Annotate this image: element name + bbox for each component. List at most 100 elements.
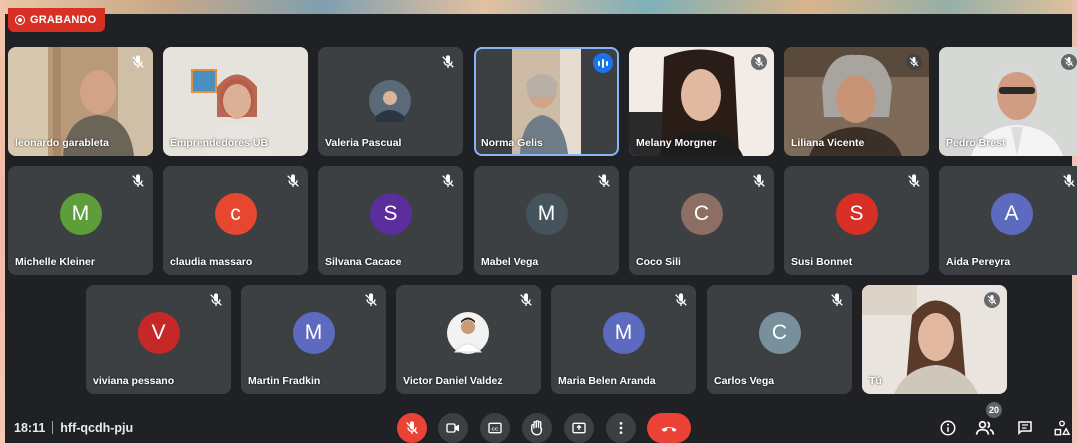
participant-tile[interactable]: Liliana Vicente xyxy=(784,47,929,156)
mic-off-icon xyxy=(287,174,299,187)
mic-off-icon xyxy=(132,55,144,68)
divider xyxy=(52,421,54,434)
participant-avatar: C xyxy=(680,192,723,235)
participant-avatar: V xyxy=(137,311,180,354)
call-end-icon xyxy=(661,427,677,432)
speaking-indicator-icon xyxy=(593,53,613,73)
more-vert-icon xyxy=(619,422,623,434)
participant-tile[interactable]: M Maria Belen Aranda xyxy=(551,285,696,394)
background-edge-left xyxy=(0,0,5,443)
mic-off-icon xyxy=(675,293,687,306)
info-icon xyxy=(940,420,956,436)
participant-tile[interactable]: C Carlos Vega xyxy=(707,285,852,394)
present-icon xyxy=(572,422,586,434)
participant-avatar-photo xyxy=(447,312,489,354)
participant-avatar: C xyxy=(758,311,801,354)
mic-off-icon xyxy=(598,174,610,187)
participants-count-badge: 20 xyxy=(986,402,1002,418)
participant-avatar-photo xyxy=(369,80,411,122)
record-icon xyxy=(15,15,25,25)
participant-avatar: S xyxy=(369,192,412,235)
mic-off-icon xyxy=(442,174,454,187)
participant-tile[interactable]: Victor Daniel Valdez xyxy=(396,285,541,394)
mic-off-icon xyxy=(753,174,765,187)
participant-tile[interactable]: Norma Gelis xyxy=(474,47,619,156)
participant-tile[interactable]: M Michelle Kleiner xyxy=(8,166,153,275)
participant-name: Michelle Kleiner xyxy=(15,256,95,268)
participant-tile[interactable]: S Susi Bonnet xyxy=(784,166,929,275)
participant-name: Victor Daniel Valdez xyxy=(403,375,503,387)
participant-tile[interactable]: C Coco Sili xyxy=(629,166,774,275)
participant-avatar: M xyxy=(59,192,102,235)
meeting-code: hff-qcdh-pju xyxy=(60,421,134,435)
raise-hand-button[interactable] xyxy=(522,413,552,443)
participant-avatar: S xyxy=(835,192,878,235)
activities-icon xyxy=(1054,420,1071,436)
chat-icon xyxy=(1018,421,1032,436)
mic-off-icon xyxy=(442,55,454,68)
present-button[interactable] xyxy=(564,413,594,443)
participant-avatar: M xyxy=(525,192,568,235)
participant-avatar: M xyxy=(292,311,335,354)
recording-badge: GRABANDO xyxy=(8,8,106,32)
participant-tile[interactable]: Emprendedores UB xyxy=(163,47,308,156)
meeting-details-button[interactable] xyxy=(937,417,959,439)
participant-tile[interactable]: M Martin Fradkin xyxy=(241,285,386,394)
mic-off-icon xyxy=(1063,174,1075,187)
mic-off-icon xyxy=(210,293,222,306)
participant-name: Aida Pereyra xyxy=(946,256,1011,268)
meeting-controls-bar: 18:11 hff-qcdh-pju CC xyxy=(0,409,1077,443)
people-button[interactable] xyxy=(974,417,996,439)
participant-tile[interactable]: V viviana pessano xyxy=(86,285,231,394)
participant-name: viviana pessano xyxy=(93,375,175,387)
svg-text:CC: CC xyxy=(492,426,499,431)
participant-name: Carlos Vega xyxy=(714,375,775,387)
camera-icon xyxy=(446,423,459,433)
participant-tile[interactable]: Melany Morgner xyxy=(629,47,774,156)
mic-off-icon xyxy=(908,174,920,187)
participant-name: Melany Morgner xyxy=(636,137,717,149)
participant-name: claudia massaro xyxy=(170,256,253,268)
participant-name: Valeria Pascual xyxy=(325,137,402,149)
participant-avatar: c xyxy=(214,192,257,235)
participant-name: Maria Belen Aranda xyxy=(558,375,656,387)
captions-button[interactable]: CC xyxy=(480,413,510,443)
recording-label: GRABANDO xyxy=(30,14,97,26)
participant-tile[interactable]: A Aida Pereyra xyxy=(939,166,1077,275)
chat-button[interactable] xyxy=(1014,417,1036,439)
participant-tile[interactable]: S Silvana Cacace xyxy=(318,166,463,275)
people-icon xyxy=(975,420,995,435)
mic-off-icon xyxy=(751,54,767,70)
participant-tile[interactable]: M Mabel Vega xyxy=(474,166,619,275)
hand-icon xyxy=(531,420,543,436)
participant-tile[interactable]: Valeria Pascual xyxy=(318,47,463,156)
participant-name: Liliana Vicente xyxy=(791,137,865,149)
participant-name: Emprendedores UB xyxy=(170,137,269,149)
leave-call-button[interactable] xyxy=(647,413,691,443)
mic-off-icon xyxy=(132,174,144,187)
mic-off-icon xyxy=(984,292,1000,308)
more-options-button[interactable] xyxy=(606,413,636,443)
participant-name: Mabel Vega xyxy=(481,256,539,268)
participant-name: leonardo garableta xyxy=(15,137,109,149)
mic-toggle-button[interactable] xyxy=(397,413,427,443)
participant-tile[interactable]: Pedro Brest xyxy=(939,47,1077,156)
meeting-time: 18:11 xyxy=(14,421,46,435)
participant-name: Martin Fradkin xyxy=(248,375,321,387)
self-view-tile[interactable]: Tú xyxy=(862,285,1007,394)
camera-toggle-button[interactable] xyxy=(438,413,468,443)
captions-icon: CC xyxy=(488,422,502,434)
mic-off-icon xyxy=(365,293,377,306)
mic-off-icon xyxy=(406,421,418,434)
participant-avatar: A xyxy=(990,192,1033,235)
meeting-info: 18:11 hff-qcdh-pju xyxy=(14,421,133,435)
participant-tile[interactable]: c claudia massaro xyxy=(163,166,308,275)
mic-off-icon xyxy=(520,293,532,306)
activities-button[interactable] xyxy=(1051,417,1073,439)
participant-name: Silvana Cacace xyxy=(325,256,402,268)
participant-name: Norma Gelis xyxy=(481,137,543,149)
mic-off-icon xyxy=(1061,54,1077,70)
mic-off-icon xyxy=(906,54,922,70)
participant-name: Susi Bonnet xyxy=(791,256,853,268)
participant-tile[interactable]: leonardo garableta xyxy=(8,47,153,156)
